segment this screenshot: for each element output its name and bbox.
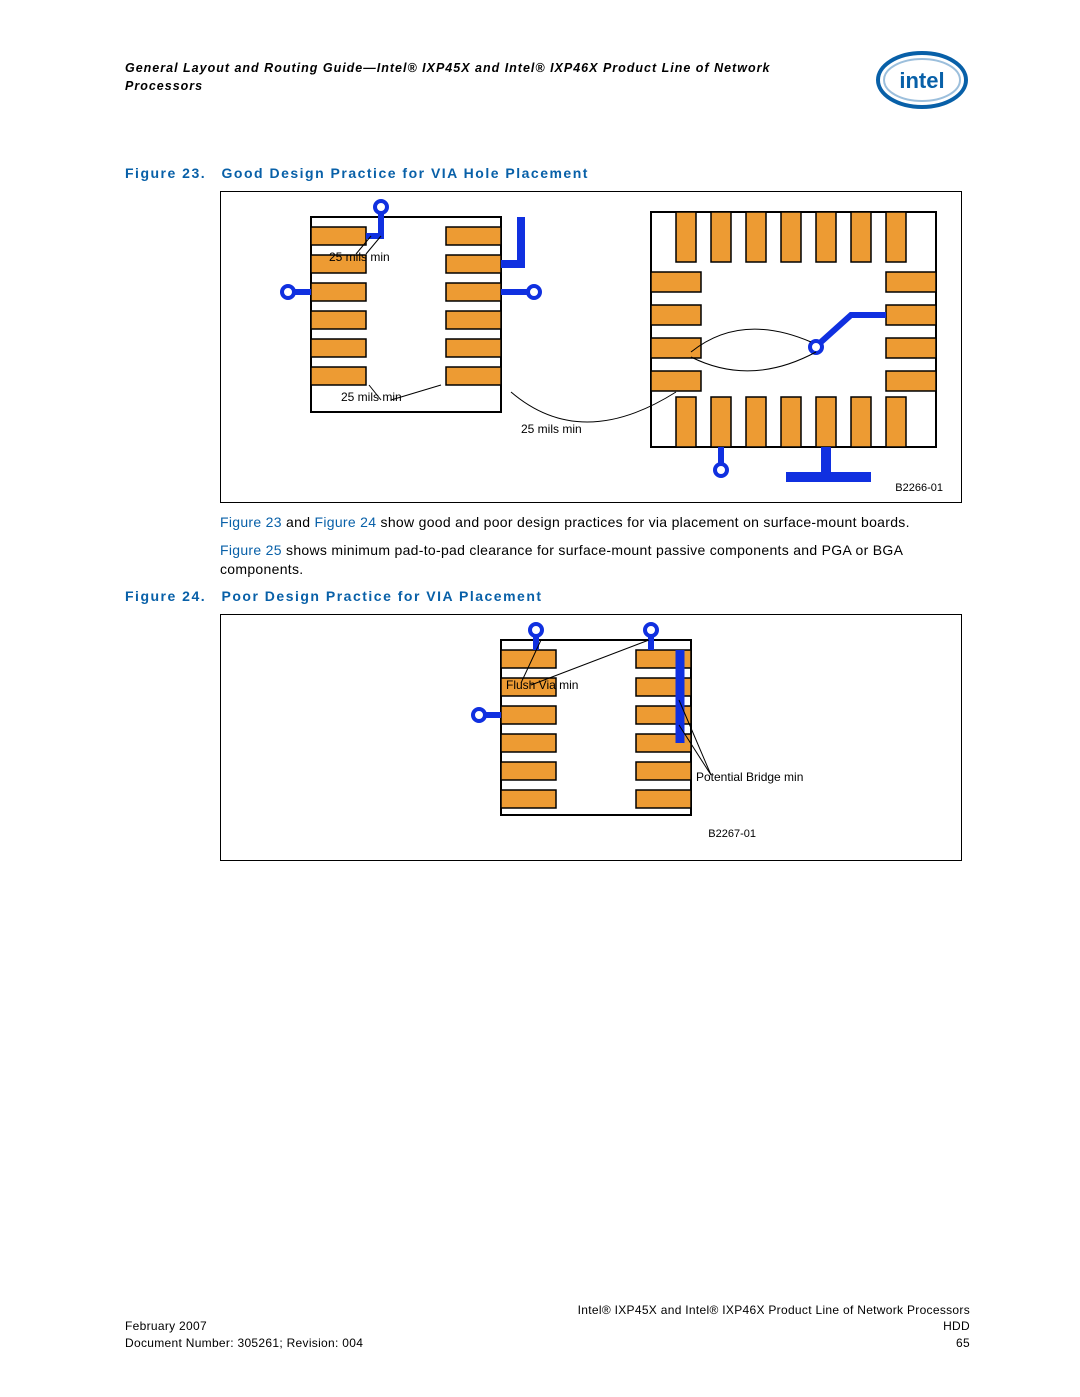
fig23-drawing-id: B2266-01: [895, 482, 943, 494]
footer-page-number: 65: [956, 1335, 970, 1352]
fig23-annot3: 25 mils min: [521, 422, 582, 436]
footer-section: HDD: [943, 1318, 970, 1335]
figure23-caption: Figure 23. Good Design Practice for VIA …: [125, 165, 970, 181]
header-title: General Layout and Routing Guide—Intel® …: [125, 60, 770, 95]
figure24-title: Poor Design Practice for VIA Placement: [222, 588, 543, 604]
page-footer: Intel® IXP45X and Intel® IXP46X Product …: [125, 1302, 970, 1352]
fig23-annot2: 25 mils min: [341, 390, 402, 404]
figure23-diagram: 25 mils min 25 mils min 25 mils min B226…: [220, 191, 962, 503]
footer-docnum: Document Number: 305261; Revision: 004: [125, 1335, 363, 1352]
intel-logo: intel: [875, 50, 970, 110]
paragraph-2: Figure 25 shows minimum pad-to-pad clear…: [220, 541, 960, 580]
footer-product-title: Intel® IXP45X and Intel® IXP46X Product …: [578, 1302, 970, 1319]
svg-text:intel: intel: [899, 68, 944, 93]
figure23-label: Figure 23.: [125, 165, 206, 181]
fig24-annot1: Flush Via min: [506, 678, 578, 692]
figure24-label: Figure 24.: [125, 588, 206, 604]
figure24-caption: Figure 24. Poor Design Practice for VIA …: [125, 588, 970, 604]
header-line1: General Layout and Routing Guide—Intel® …: [125, 61, 770, 75]
figure23-ref[interactable]: Figure 23: [220, 514, 282, 530]
figure25-ref[interactable]: Figure 25: [220, 542, 282, 558]
figure23-title: Good Design Practice for VIA Hole Placem…: [222, 165, 589, 181]
footer-date: February 2007: [125, 1318, 207, 1335]
fig24-annot2: Potential Bridge min: [696, 770, 803, 784]
page-header: General Layout and Routing Guide—Intel® …: [125, 60, 970, 110]
header-line2: Processors: [125, 79, 203, 93]
figure24-diagram: Flush Via min Potential Bridge min B2267…: [220, 614, 962, 861]
page: General Layout and Routing Guide—Intel® …: [0, 0, 1080, 1397]
figure24-ref[interactable]: Figure 24: [315, 514, 377, 530]
fig24-drawing-id: B2267-01: [708, 828, 756, 840]
paragraph-1: Figure 23 and Figure 24 show good and po…: [220, 513, 960, 533]
fig23-annot1: 25 mils min: [329, 250, 390, 264]
